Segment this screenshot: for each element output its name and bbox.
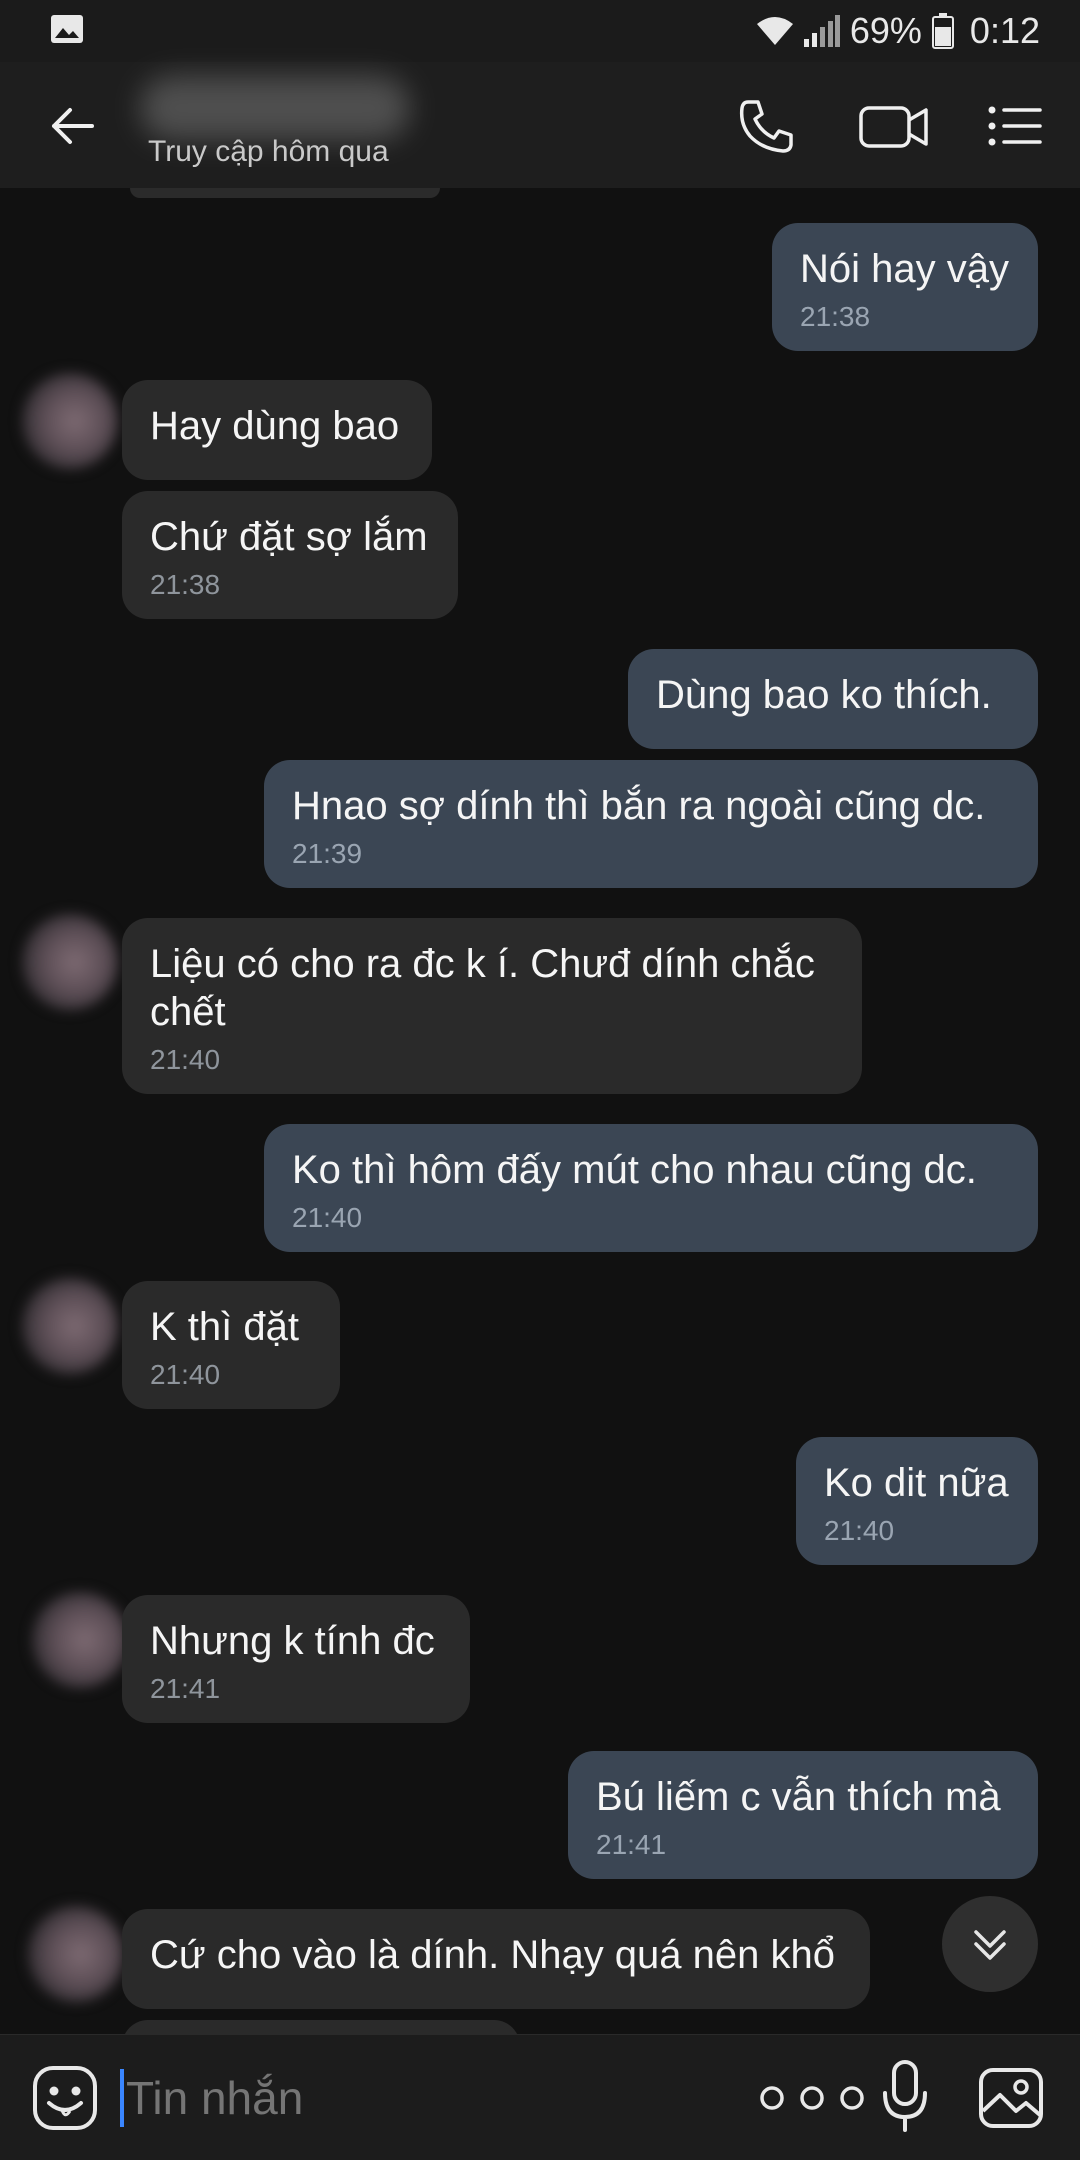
chat-header: Truy cập hôm qua [0,62,1080,198]
message-time: 21:40 [292,1202,363,1233]
contact-avatar[interactable] [32,1592,128,1688]
message-input[interactable] [126,2069,686,2127]
contact-avatar[interactable] [22,373,118,469]
message-bubble-incoming[interactable]: K thì đặt 21:40 [122,1281,340,1409]
message-bubble-incoming[interactable]: Chứ đặt sợ lắm 21:38 [122,491,458,619]
phone-icon[interactable] [734,96,798,156]
text-cursor [120,2069,124,2127]
message-bubble-outgoing[interactable]: Bú liếm c vẫn thích mà 21:41 [568,1751,1038,1879]
message-time: 21:40 [150,1044,221,1075]
message-bubble-outgoing[interactable]: Dùng bao ko thích. [628,649,1038,749]
message-text: Ko thì hôm đấy mút cho nhau cũng dc. [292,1148,977,1192]
contact-avatar[interactable] [28,1906,124,2002]
scroll-to-bottom-button[interactable] [942,1896,1038,1992]
contact-avatar[interactable] [22,1278,118,1374]
message-bubble-outgoing[interactable]: Nói hay vậy 21:38 [772,223,1038,351]
message-text: Hay dùng bao [150,404,400,448]
chevron-double-down-icon [974,1930,1006,1960]
battery-percentage: 69% [849,10,922,51]
message-text: Nhưng k tính đc [150,1619,435,1663]
microphone-icon[interactable] [880,2059,930,2133]
last-seen-status: Truy cập hôm qua [148,135,389,168]
message-bubble-incoming[interactable]: Cứ cho vào là dính. Nhạy quá nên khổ [122,1909,870,2009]
message-time: 21:39 [292,838,363,869]
message-text: Ko dit nữa [824,1461,1009,1505]
message-bubble-incoming[interactable]: Hay dùng bao [122,380,432,480]
battery-icon [931,13,954,49]
message-bubble-incoming-partial[interactable] [122,2020,520,2034]
message-input-bar [0,2034,1080,2160]
menu-icon[interactable] [986,96,1044,156]
message-text: Chứ đặt sợ lắm [150,515,428,559]
message-bubble-incoming[interactable]: Liệu có cho ra đc k í. Chưđ dính chắc ch… [122,918,862,1094]
gallery-icon [51,15,83,43]
message-time: 21:38 [800,301,871,332]
contact-name-blurred[interactable] [140,76,410,140]
message-text: Liệu có cho ra đc k í. Chưđ dính chắc ch… [150,942,815,1034]
clock: 0:12 [969,10,1040,51]
message-text: Hnao sợ dính thì bắn ra ngoài cũng dc. [292,784,986,828]
status-right: 69% 0:12 [756,8,1040,54]
emoji-icon[interactable] [32,2065,98,2131]
status-bar: 69% 0:12 [0,0,1080,62]
message-time: 21:41 [150,1673,221,1704]
message-time: 21:40 [824,1515,895,1546]
message-text: Dùng bao ko thích. [656,673,992,717]
message-bubble-incoming[interactable]: Nhưng k tính đc 21:41 [122,1595,470,1723]
message-time: 21:41 [596,1829,667,1860]
chat-screen: 69% 0:12 Truy cập hôm qua Nói hay vậy 21… [0,0,1080,2160]
message-time: 21:40 [150,1359,221,1390]
back-arrow-icon[interactable] [48,102,96,150]
message-text: Cứ cho vào là dính. Nhạy quá nên khổ [150,1933,835,1977]
more-dots-icon[interactable] [756,2083,868,2113]
message-text: K thì đặt [150,1305,299,1349]
image-icon[interactable] [978,2067,1044,2129]
message-text: Nói hay vậy [800,247,1009,291]
message-text: Bú liếm c vẫn thích mà [596,1775,1001,1819]
contact-avatar[interactable] [22,914,118,1010]
signal-icon [803,15,840,47]
message-bubble-outgoing[interactable]: Ko dit nữa 21:40 [796,1437,1038,1565]
message-bubble-outgoing[interactable]: Ko thì hôm đấy mút cho nhau cũng dc. 21:… [264,1124,1038,1252]
message-list[interactable]: Nói hay vậy 21:38 Hay dùng bao Chứ đặt s… [0,188,1080,2034]
wifi-icon [756,17,793,45]
message-time: 21:38 [150,569,221,600]
message-bubble-outgoing[interactable]: Hnao sợ dính thì bắn ra ngoài cũng dc. 2… [264,760,1038,888]
video-camera-icon[interactable] [858,96,930,156]
